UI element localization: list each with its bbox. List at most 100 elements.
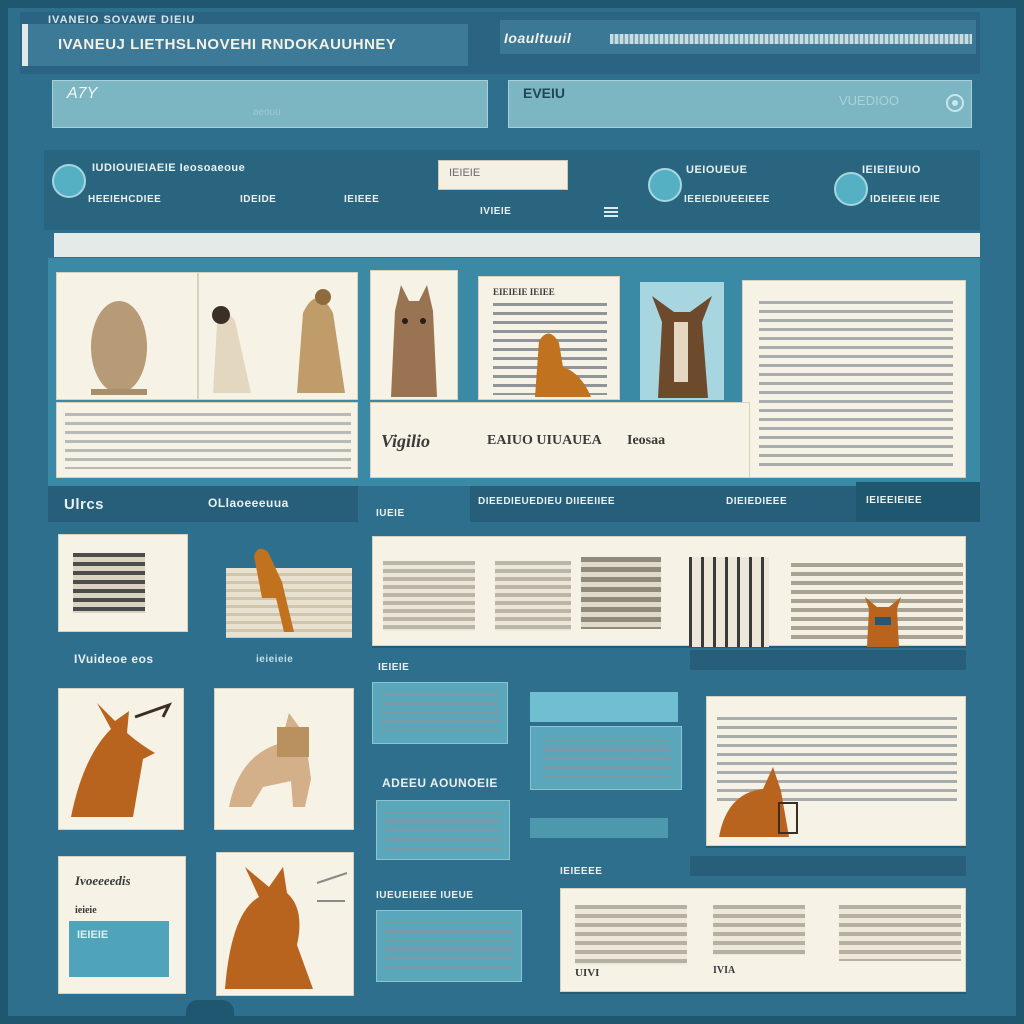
content-wide-panel[interactable] <box>372 536 966 647</box>
menu-icon[interactable] <box>604 206 618 218</box>
search-label: ADEEU AOUNOEIE <box>382 776 498 790</box>
wide-panel-block-2 <box>495 561 571 631</box>
section-label-small: IUEIE <box>376 508 405 519</box>
user-icon[interactable] <box>52 164 86 198</box>
figure-pair-illustration <box>212 289 345 393</box>
section-label-right-1[interactable]: DIEEDIEUEDIEU DIIEEIIEE <box>478 496 615 507</box>
deer-illustration <box>254 548 294 632</box>
compass-icon[interactable] <box>834 172 868 206</box>
section-tag[interactable]: IEIEEIEIEE <box>856 482 980 522</box>
content-card-1[interactable] <box>58 534 188 632</box>
nav-search-placeholder: IEIEIE <box>449 167 481 179</box>
badge-1-sub: IEEIEDIUEEIEEE <box>684 194 770 205</box>
card-5-tag[interactable]: IEIEIE <box>69 921 169 977</box>
content-card-6[interactable] <box>216 852 354 996</box>
kangaroo-illustration <box>225 867 348 989</box>
card-title: Ivoeeeedis <box>75 873 131 888</box>
gallery-caption-strip-left <box>56 402 358 478</box>
card-sub: ieieie <box>75 905 97 916</box>
gallery-caption-strip: Vigilio EAIUO UIUAUEA Ieosaa <box>370 402 750 478</box>
content-bottom-panel[interactable]: UIVI IVIA <box>560 888 966 992</box>
bottom-panel-foot-2: IVIA <box>713 965 736 976</box>
feature-sub: ieieieie <box>256 654 294 665</box>
nav-link-2[interactable]: IDEIDE <box>240 194 276 205</box>
filter-input-value: EVEIU <box>523 85 566 101</box>
gallery-article-1[interactable]: EIEIEIE IEIEE <box>478 276 620 400</box>
globe-icon[interactable] <box>648 168 682 202</box>
latest-header-bar <box>690 856 966 876</box>
antelope-illustration <box>71 702 173 817</box>
caption-lines-left <box>65 413 351 469</box>
bottom-panel-block-2 <box>713 905 805 955</box>
bottom-panel-block-1 <box>575 905 687 965</box>
article-2-text-lines <box>759 301 953 467</box>
goat-illustration <box>229 713 311 807</box>
info-block-1-lines <box>381 693 499 735</box>
horse-illustration <box>719 767 798 837</box>
wide-panel-block-1 <box>383 561 475 631</box>
gallery-thumb-3[interactable] <box>370 270 458 400</box>
cat-illustration <box>391 285 437 397</box>
search-input-placeholder: aeouu <box>253 107 281 118</box>
wide-panel-grid <box>689 557 769 647</box>
content-info-bar <box>530 818 668 838</box>
nav-search-box[interactable]: IEIEIE <box>438 160 568 190</box>
info-block-4-lines <box>385 921 513 973</box>
filter-input-placeholder: VUEDIOO <box>839 93 899 108</box>
small-fox-illustration <box>865 597 901 647</box>
caption-main: EAIUO UIUAUEA <box>487 433 602 448</box>
list-label: IEIEIE <box>378 662 410 673</box>
statue-illustration <box>91 301 147 395</box>
content-card-4[interactable] <box>214 688 354 830</box>
fox-illustration <box>652 296 712 398</box>
content-info-tab[interactable] <box>530 692 678 722</box>
search-input[interactable]: A7Y aeouu <box>52 80 488 128</box>
section-label-right-2[interactable]: DIEIEDIEEE <box>726 496 787 507</box>
account-progress <box>610 34 972 44</box>
wide-panel-block-3 <box>581 557 661 629</box>
content-card-3[interactable] <box>58 688 184 830</box>
feature-label[interactable]: IVuideoe eos <box>74 652 154 666</box>
search-icon[interactable] <box>944 92 966 114</box>
gallery-thumb-4[interactable] <box>640 282 724 400</box>
scroll-handle[interactable] <box>186 1000 234 1024</box>
nav-mid-label: IVIEIE <box>480 206 512 217</box>
nav-link-3[interactable]: IEIEEE <box>344 194 379 205</box>
card-5-tag-label: IEIEIE <box>77 929 109 941</box>
account-label[interactable]: Ioaultuuil <box>504 30 571 46</box>
caption-end: Ieosaa <box>627 433 666 448</box>
filter-input[interactable]: EVEIU VUEDIOO <box>508 80 972 128</box>
content-card-5[interactable]: Ivoeeeedis ieieie IEIEIE <box>58 856 186 994</box>
nav-link-1[interactable]: HEEIEHCDIEE <box>88 194 161 205</box>
gallery-thumb-2[interactable] <box>198 272 358 400</box>
content-article-card[interactable] <box>706 696 966 846</box>
page-title: IVANEUJ LIETHSLNOVEHI RNDOKAUUHNEY <box>58 36 397 53</box>
search-input-value: A7Y <box>67 85 98 102</box>
content-info-block-1[interactable] <box>372 682 508 744</box>
badge-1-title: UEIOUEUE <box>686 164 748 176</box>
section-tag-label: IEIEEIEIEE <box>866 495 923 506</box>
bottom-panel-foot-1: UIVI <box>575 967 600 979</box>
article-heading: EIEIEIE IEIEE <box>493 287 555 297</box>
section-label-left[interactable]: Ulrcs <box>64 496 104 513</box>
nav-headline: IUDIOUIEIAEIE Ieosoaeoue <box>92 162 246 174</box>
section-label-mid[interactable]: OLlaoeeeuua <box>208 496 289 510</box>
bottom-panel-block-3 <box>839 905 961 961</box>
content-info-block-2[interactable] <box>530 726 682 790</box>
info-block-3-lines <box>385 811 501 851</box>
gallery-article-2[interactable] <box>742 280 966 478</box>
badge-2-sub: IDEIEEIE IEIE <box>870 194 941 205</box>
caption-script: Vigilio <box>381 431 431 451</box>
content-info-block-3[interactable] <box>376 800 510 860</box>
content-card-2[interactable] <box>226 548 352 638</box>
info-block-2-lines <box>543 739 671 781</box>
gallery-thumb-1[interactable] <box>56 272 198 400</box>
wide-panel-footer <box>690 650 966 670</box>
gallery-header-band <box>54 233 980 257</box>
badge-2-title: IEIEIEIUIO <box>862 164 921 176</box>
card-1-thumbnail <box>73 553 145 613</box>
bottom-left-label: IUEUEIEIEE IUEUE <box>376 890 474 901</box>
latest-label: IEIEEEE <box>560 866 603 877</box>
dog-illustration <box>535 333 591 397</box>
content-info-block-4[interactable] <box>376 910 522 982</box>
